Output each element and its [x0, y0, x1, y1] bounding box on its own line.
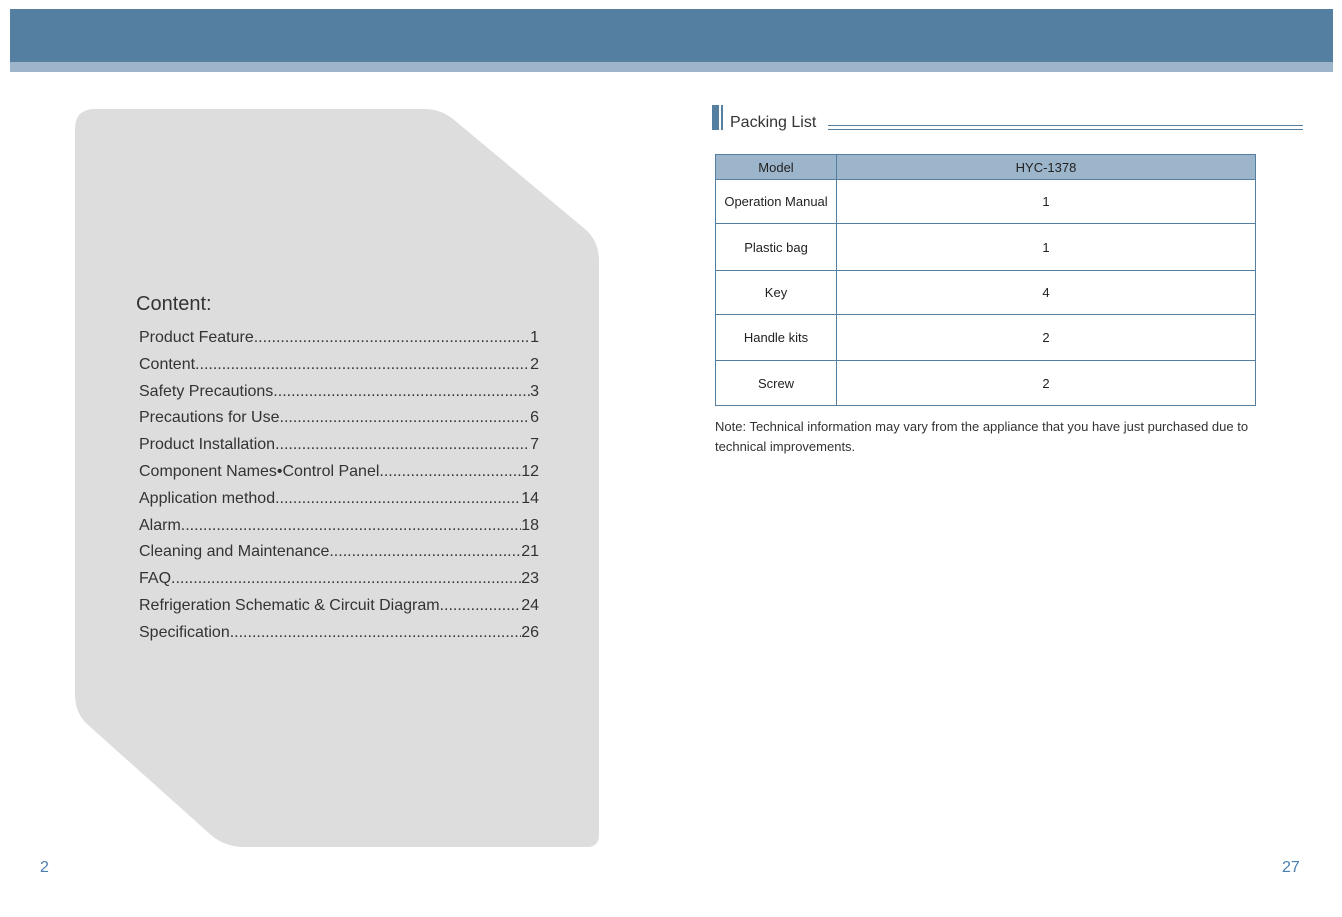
qty-cell: 1	[836, 223, 1256, 271]
toc-entry[interactable]: Component Names•Control Panel 12	[139, 463, 539, 490]
toc-entry-label: Component Names•Control Panel	[139, 462, 380, 480]
qty-cell: 1	[836, 179, 1256, 224]
toc-entry-label: Refrigeration Schematic & Circuit Diagra…	[139, 596, 440, 614]
toc-entry-label: Product Feature	[139, 329, 254, 346]
heading-marker-bar-thin	[721, 105, 723, 130]
heading-rule	[828, 129, 1303, 130]
toc-entry-label: FAQ	[139, 570, 172, 588]
toc-entry-page: 2	[530, 355, 539, 373]
toc-entry-page: 7	[530, 436, 539, 454]
header-strip	[10, 62, 1333, 72]
toc-entry-page: 14	[521, 489, 539, 507]
toc-entry[interactable]: Specification 26	[139, 624, 539, 651]
contents-list: Product Feature 1 Content 2 Safety Precaut…	[139, 329, 539, 651]
heading-rule	[828, 125, 1303, 126]
toc-leader-dots	[195, 356, 530, 374]
toc-entry-page: 6	[530, 409, 539, 427]
toc-entry[interactable]: Application method 14	[139, 490, 539, 517]
toc-entry-label: Content	[139, 355, 196, 373]
toc-entry-page: 12	[521, 462, 539, 480]
packing-list-title: Packing List	[730, 114, 817, 131]
toc-entry-label: Safety Precautions	[139, 382, 274, 400]
header-cell-model-number: HYC-1378	[836, 154, 1256, 180]
toc-entry-label: Product Installation	[139, 436, 276, 454]
page-number-right: 27	[1282, 859, 1300, 876]
toc-entry-page: 3	[530, 382, 539, 400]
toc-leader-dots	[254, 329, 530, 347]
toc-entry-label: Application method	[139, 489, 276, 507]
toc-leader-dots	[379, 463, 521, 481]
item-cell: Handle kits	[715, 314, 837, 361]
toc-entry-label: Specification	[139, 623, 230, 641]
header-cell-model: Model	[715, 154, 837, 180]
qty-cell: 4	[836, 270, 1256, 315]
toc-leader-dots	[440, 597, 522, 615]
item-cell: Plastic bag	[715, 223, 837, 271]
toc-entry-page: 21	[521, 543, 539, 561]
toc-leader-dots	[275, 490, 521, 508]
qty-cell: 2	[836, 360, 1256, 406]
contents-title: Content:	[136, 293, 212, 315]
toc-entry[interactable]: Product Feature 1	[139, 329, 539, 356]
toc-leader-dots	[329, 543, 521, 561]
table-row: Plastic bag 1	[715, 223, 1256, 271]
toc-leader-dots	[280, 409, 531, 427]
item-cell: Operation Manual	[715, 179, 837, 224]
toc-leader-dots	[181, 517, 521, 535]
toc-entry-page: 26	[521, 623, 539, 641]
toc-leader-dots	[230, 624, 521, 642]
toc-entry[interactable]: Alarm 18	[139, 517, 539, 544]
toc-entry[interactable]: Refrigeration Schematic & Circuit Diagra…	[139, 597, 539, 624]
toc-leader-dots	[171, 570, 521, 588]
toc-entry-page: 23	[521, 570, 539, 588]
toc-entry-page: 24	[521, 596, 539, 614]
heading-marker-bar	[712, 105, 719, 130]
toc-entry[interactable]: Safety Precautions 3	[139, 383, 539, 410]
table-row: Key 4	[715, 270, 1256, 315]
item-cell: Key	[715, 270, 837, 315]
table-row: Operation Manual 1	[715, 179, 1256, 224]
toc-entry[interactable]: FAQ 23	[139, 570, 539, 597]
table-header-row: Model HYC-1378	[715, 154, 1256, 180]
toc-leader-dots	[273, 383, 530, 401]
toc-leader-dots	[275, 436, 530, 454]
page-number-left: 2	[40, 859, 49, 876]
table-row: Handle kits 2	[715, 314, 1256, 361]
qty-cell: 2	[836, 314, 1256, 361]
packing-list-heading: Packing List	[712, 104, 1304, 134]
item-cell: Screw	[715, 360, 837, 406]
technical-note: Note: Technical information may vary fro…	[715, 419, 1249, 454]
toc-entry-label: Cleaning and Maintenance	[139, 543, 330, 561]
table-row: Screw 2	[715, 360, 1256, 406]
toc-entry-label: Precautions for Use	[139, 409, 280, 427]
toc-entry[interactable]: Cleaning and Maintenance 21	[139, 543, 539, 570]
toc-entry-page: 18	[521, 516, 539, 534]
toc-entry[interactable]: Product Installation 7	[139, 436, 539, 463]
toc-entry-label: Alarm	[139, 516, 181, 534]
toc-entry[interactable]: Content 2	[139, 356, 539, 383]
toc-entry[interactable]: Precautions for Use 6	[139, 409, 539, 436]
toc-entry-page: 1	[530, 329, 539, 346]
header-band	[10, 9, 1333, 62]
packing-list-table: Model HYC-1378 Operation Manual 1 Plasti…	[715, 154, 1256, 406]
